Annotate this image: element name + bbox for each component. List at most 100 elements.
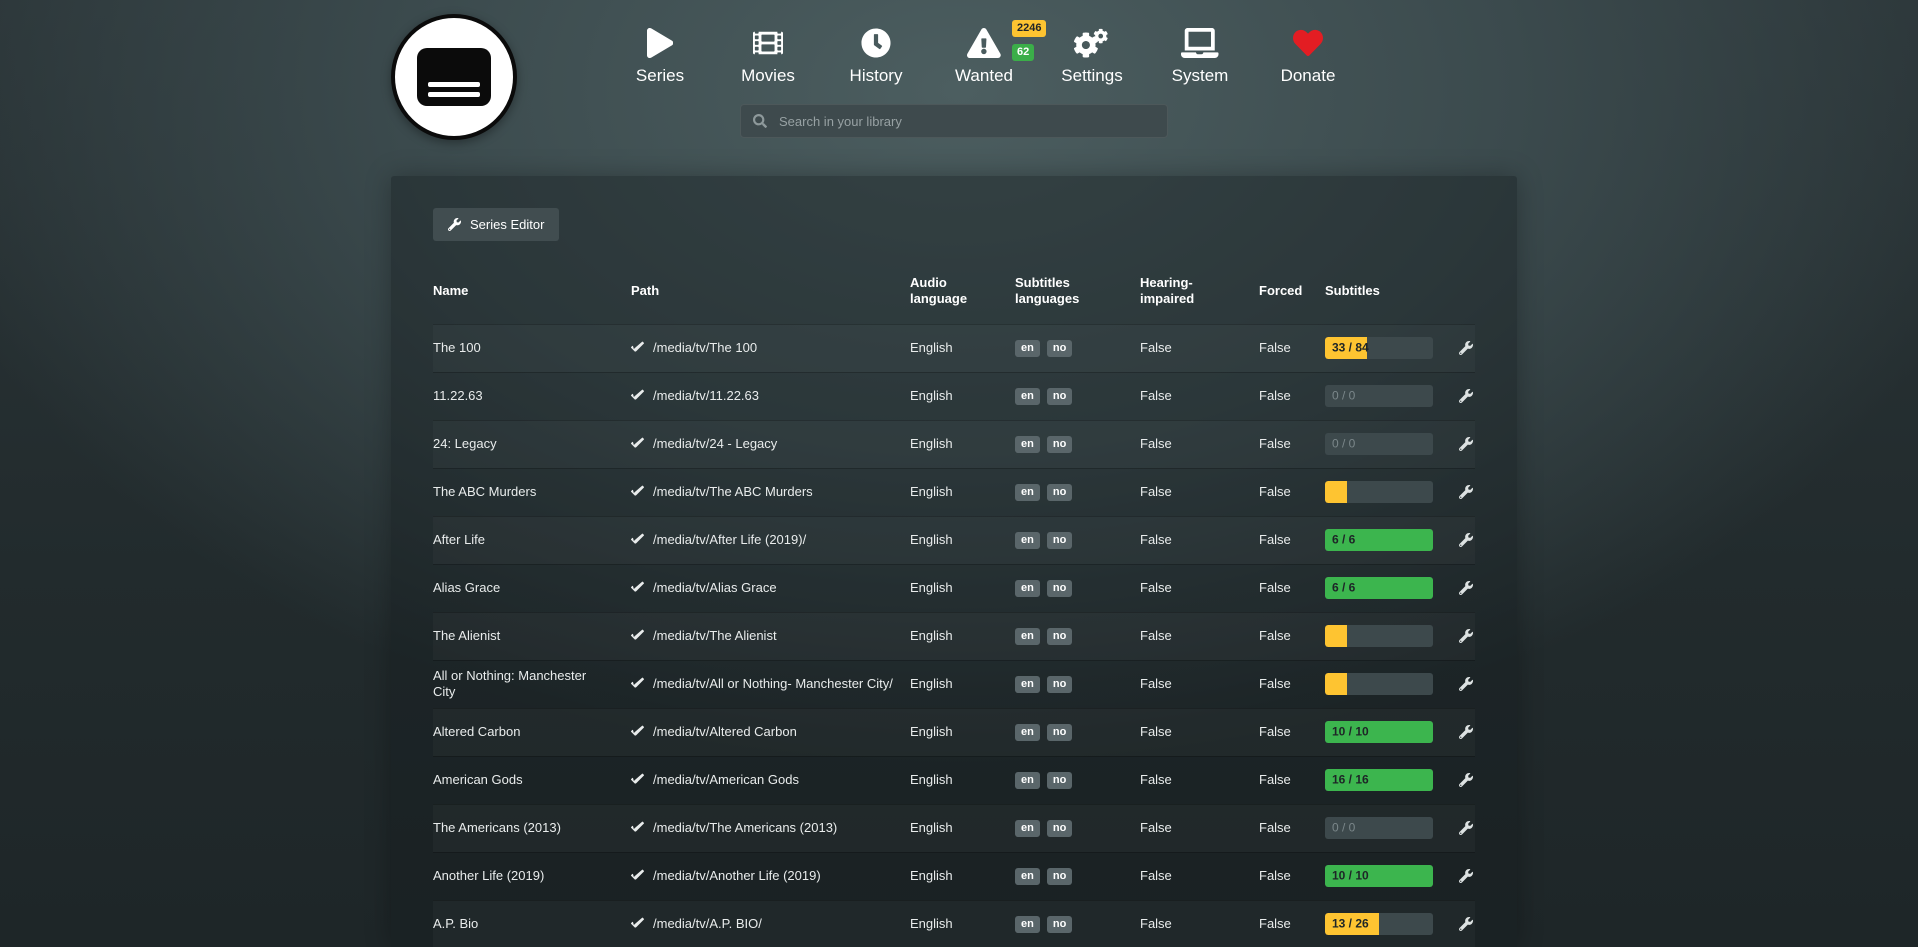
hearing-impaired-value: False	[1140, 436, 1259, 452]
wrench-icon[interactable]	[1459, 341, 1473, 355]
hearing-impaired-value: False	[1140, 628, 1259, 644]
wrench-icon[interactable]	[1459, 581, 1473, 595]
language-badge: en	[1015, 868, 1040, 885]
nav-series[interactable]: Series	[606, 24, 714, 89]
wrench-icon[interactable]	[1459, 869, 1473, 883]
heart-icon	[1254, 24, 1362, 62]
series-row: The 100 /media/tv/The 100 English enno F…	[433, 324, 1475, 372]
bazarr-logo[interactable]	[391, 14, 517, 140]
language-badge: en	[1015, 484, 1040, 501]
series-path-cell: /media/tv/The 100	[631, 340, 910, 356]
subtitles-languages: enno	[1015, 771, 1140, 789]
progress-text: 13 / 26	[1332, 917, 1369, 932]
audio-language: English	[910, 820, 1015, 836]
series-name: Alias Grace	[433, 580, 631, 596]
wrench-icon[interactable]	[1459, 485, 1473, 499]
subtitles-languages: enno	[1015, 723, 1140, 741]
check-icon	[631, 533, 644, 546]
laptop-icon	[1146, 24, 1254, 62]
language-badge: en	[1015, 580, 1040, 597]
language-badge: no	[1047, 868, 1072, 885]
audio-language: English	[910, 772, 1015, 788]
language-badge: no	[1047, 676, 1072, 693]
wrench-icon[interactable]	[1459, 917, 1473, 931]
check-icon	[631, 485, 644, 498]
nav-system[interactable]: System	[1146, 24, 1254, 89]
language-badge: en	[1015, 340, 1040, 357]
subtitles-languages: enno	[1015, 387, 1140, 405]
series-row: The ABC Murders /media/tv/The ABC Murder…	[433, 468, 1475, 516]
forced-value: False	[1259, 436, 1325, 452]
check-icon	[631, 677, 644, 690]
series-name: The 100	[433, 340, 631, 356]
search-bar	[740, 104, 1168, 138]
wrench-icon[interactable]	[1459, 773, 1473, 787]
check-icon	[631, 869, 644, 882]
hearing-impaired-value: False	[1140, 580, 1259, 596]
nav-movies[interactable]: Movies	[714, 24, 822, 89]
nav-label: Settings	[1061, 62, 1122, 89]
hearing-impaired-value: False	[1140, 868, 1259, 884]
forced-value: False	[1259, 628, 1325, 644]
hearing-impaired-value: False	[1140, 676, 1259, 692]
subtitles-progress-bar: 10 / 10	[1325, 721, 1433, 743]
check-icon	[631, 821, 644, 834]
language-badge: no	[1047, 772, 1072, 789]
language-badge: en	[1015, 676, 1040, 693]
series-path-cell: /media/tv/American Gods	[631, 772, 910, 788]
subtitles-progress-bar: 6 / 6	[1325, 577, 1433, 599]
column-header-forced: Forced	[1259, 283, 1325, 299]
audio-language: English	[910, 340, 1015, 356]
table-header: Name Path Audio language Subtitles langu…	[433, 241, 1475, 324]
nav-settings[interactable]: Settings	[1038, 24, 1146, 89]
nav-label: System	[1172, 62, 1229, 89]
audio-language: English	[910, 532, 1015, 548]
nav-label: Wanted	[955, 62, 1013, 89]
audio-language: English	[910, 724, 1015, 740]
wrench-icon[interactable]	[1459, 629, 1473, 643]
check-icon	[631, 725, 644, 738]
series-path: /media/tv/Altered Carbon	[653, 724, 797, 740]
nav-donate[interactable]: Donate	[1254, 24, 1362, 89]
subtitles-languages: enno	[1015, 483, 1140, 501]
check-icon	[631, 917, 644, 930]
clock-icon	[822, 24, 930, 62]
wrench-icon[interactable]	[1459, 677, 1473, 691]
column-header-audio-language: Audio language	[910, 275, 1015, 308]
series-path-cell: /media/tv/The ABC Murders	[631, 484, 910, 500]
subtitles-languages: enno	[1015, 627, 1140, 645]
nav-history[interactable]: History	[822, 24, 930, 89]
wrench-icon[interactable]	[1459, 437, 1473, 451]
audio-language: English	[910, 916, 1015, 932]
subtitles-progress-bar: 33 / 84	[1325, 337, 1433, 359]
search-input[interactable]	[777, 113, 1155, 130]
wrench-icon[interactable]	[1459, 533, 1473, 547]
column-header-name: Name	[433, 283, 631, 299]
series-editor-button[interactable]: Series Editor	[433, 208, 559, 241]
wrench-icon[interactable]	[1459, 821, 1473, 835]
series-name: The ABC Murders	[433, 484, 631, 500]
audio-language: English	[910, 868, 1015, 884]
check-icon	[631, 773, 644, 786]
hearing-impaired-value: False	[1140, 532, 1259, 548]
subtitles-languages: enno	[1015, 531, 1140, 549]
audio-language: English	[910, 628, 1015, 644]
series-row: A.P. Bio /media/tv/A.P. BIO/ English enn…	[433, 900, 1475, 947]
progress-text: 33 / 84	[1332, 341, 1369, 356]
nav-label: History	[850, 62, 903, 89]
series-path: /media/tv/After Life (2019)/	[653, 532, 806, 548]
series-row: 24: Legacy /media/tv/24 - Legacy English…	[433, 420, 1475, 468]
forced-value: False	[1259, 916, 1325, 932]
progress-text: 0 / 0	[1332, 437, 1355, 452]
forced-value: False	[1259, 388, 1325, 404]
series-name: American Gods	[433, 772, 631, 788]
nav-wanted[interactable]: 2246 62 Wanted	[930, 24, 1038, 89]
forced-value: False	[1259, 532, 1325, 548]
wrench-icon[interactable]	[1459, 389, 1473, 403]
wrench-icon[interactable]	[1459, 725, 1473, 739]
check-icon	[631, 581, 644, 594]
forced-value: False	[1259, 868, 1325, 884]
progress-text: 0 / 0	[1332, 389, 1355, 404]
series-name: 11.22.63	[433, 388, 631, 404]
hearing-impaired-value: False	[1140, 388, 1259, 404]
